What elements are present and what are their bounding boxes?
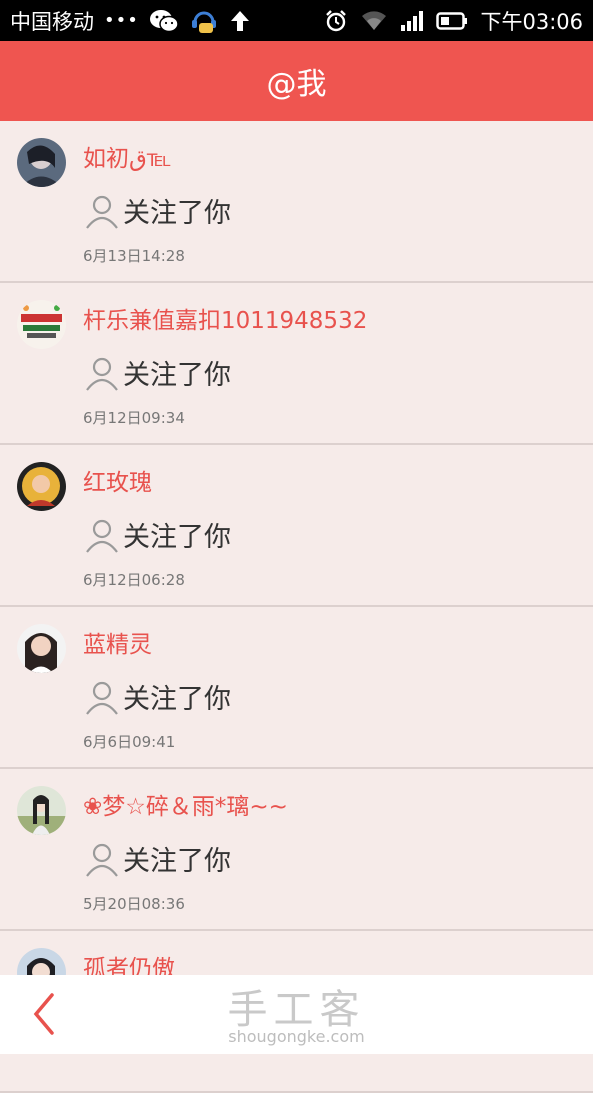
activity-text: 关注了你	[83, 515, 231, 554]
avatar[interactable]	[17, 786, 66, 835]
timestamp: 6月12日09:34	[83, 409, 185, 427]
mention-list[interactable]: 如初ق℡ 关注了你 6月13日14:28 杆乐兼值嘉扣1011948532 关注…	[0, 121, 593, 1093]
username-link[interactable]: 杆乐兼值嘉扣1011948532	[83, 301, 367, 335]
activity-text: 关注了你	[83, 677, 231, 716]
user-icon	[83, 192, 121, 230]
user-icon	[83, 678, 121, 716]
activity-label: 关注了你	[123, 198, 231, 229]
avatar[interactable]	[17, 300, 66, 349]
activity-text: 关注了你	[83, 353, 231, 392]
avatar[interactable]	[17, 138, 66, 187]
user-icon	[83, 840, 121, 878]
list-item[interactable]: 如初ق℡ 关注了你 6月13日14:28	[0, 121, 593, 283]
watermark-url: shougongke.com	[228, 1027, 365, 1046]
wechat-icon	[149, 9, 179, 33]
username-link[interactable]: 蓝精灵	[83, 625, 152, 659]
clock-time: 下午03:06	[480, 9, 583, 34]
username-link[interactable]: 红玫瑰	[83, 463, 152, 497]
wifi-icon	[360, 10, 388, 32]
activity-label: 关注了你	[123, 522, 231, 553]
bottom-bar: 手工客 shougongke.com	[0, 975, 593, 1054]
username-link[interactable]: ❀梦☆碎＆雨*璃~~	[83, 787, 288, 821]
user-icon	[83, 516, 121, 554]
timestamp: 6月12日06:28	[83, 571, 185, 589]
activity-label: 关注了你	[123, 684, 231, 715]
alarm-icon	[324, 9, 348, 33]
chat-assistant-icon	[189, 6, 219, 36]
avatar[interactable]	[17, 624, 66, 673]
list-item[interactable]: 杆乐兼值嘉扣1011948532 关注了你 6月12日09:34	[0, 283, 593, 445]
list-item[interactable]: ❀梦☆碎＆雨*璃~~ 关注了你 5月20日08:36	[0, 769, 593, 931]
activity-text: 关注了你	[83, 191, 231, 230]
page-title: @我	[266, 67, 327, 102]
timestamp: 5月20日08:36	[83, 895, 185, 913]
activity-label: 关注了你	[123, 360, 231, 391]
signal-icon	[400, 10, 424, 32]
activity-label: 关注了你	[123, 846, 231, 877]
timestamp: 6月6日09:41	[83, 733, 176, 751]
battery-icon	[436, 11, 468, 31]
status-bar: 中国移动 ••• 下午03:06	[0, 0, 593, 41]
username-link[interactable]: 如初ق℡	[83, 139, 172, 173]
page-header: @我	[0, 41, 593, 121]
user-icon	[83, 354, 121, 392]
list-item[interactable]: 蓝精灵 关注了你 6月6日09:41	[0, 607, 593, 769]
avatar[interactable]	[17, 462, 66, 511]
more-notifications-dots: •••	[104, 10, 139, 31]
activity-text: 关注了你	[83, 839, 231, 878]
list-item[interactable]: 红玫瑰 关注了你 6月12日06:28	[0, 445, 593, 607]
upload-arrow-icon	[229, 9, 251, 33]
carrier-label: 中国移动	[10, 9, 94, 34]
timestamp: 6月13日14:28	[83, 247, 185, 265]
